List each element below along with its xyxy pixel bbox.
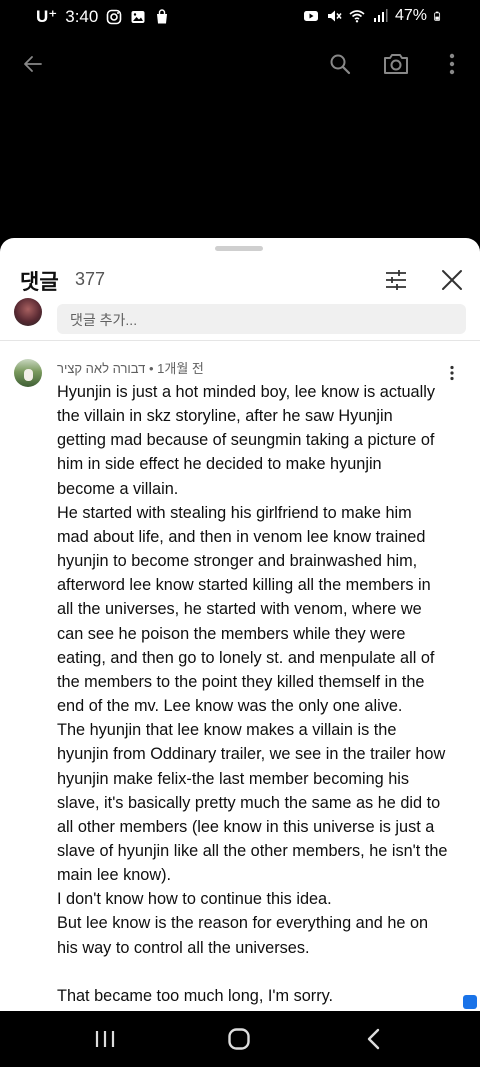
- close-icon: [442, 270, 462, 290]
- comment-age: 1개월 전: [157, 361, 204, 376]
- nav-back-icon: [367, 1028, 380, 1050]
- comment-line: eating, and then go to lonely st. and me…: [57, 648, 435, 667]
- home-icon: [228, 1028, 250, 1050]
- comment-line: all the universes, he started with venom…: [57, 600, 422, 619]
- more-vert-icon: [450, 365, 454, 381]
- comment-line: the members to the point they killed the…: [57, 672, 425, 691]
- comment-line: But lee know is the reason for everythin…: [57, 914, 429, 933]
- comment-line: mad about life, and then in venom lee kn…: [57, 527, 426, 546]
- clock: 3:40: [65, 7, 99, 26]
- comment-line: him in side effect he decided to make hy…: [57, 455, 382, 474]
- comment-line: can see he poison the members while they…: [57, 624, 406, 643]
- system-nav-bar: [0, 1011, 480, 1067]
- commenter-avatar[interactable]: [14, 359, 42, 387]
- user-avatar: [14, 298, 42, 326]
- drag-handle[interactable]: [215, 246, 263, 251]
- mute-icon: [327, 10, 342, 22]
- comment-line: his way to control all the universes.: [57, 938, 310, 957]
- comment-line: That became too much long, I'm sorry.: [57, 986, 334, 1005]
- instagram-icon: [107, 9, 122, 25]
- sheet-header: 댓글 377: [0, 262, 480, 298]
- comment-line: I don't know how to continue this idea.: [57, 890, 332, 909]
- nav-back-button[interactable]: [354, 1023, 394, 1055]
- comment-line: hyunjin make felix-the last member becom…: [57, 769, 410, 788]
- more-options-button[interactable]: [434, 46, 470, 82]
- gallery-icon: [131, 11, 145, 23]
- comment-meta: דבורה לאה קציר • 1개월 전: [57, 358, 204, 377]
- comment-line: Hyunjin is just a hot minded boy, lee kn…: [57, 383, 435, 401]
- arrow-left-icon: [24, 56, 42, 72]
- comment-count: 377: [75, 269, 106, 289]
- sheet-title: 댓글: [20, 271, 59, 294]
- add-comment-input[interactable]: 댓글 추가...: [57, 304, 466, 334]
- home-button[interactable]: [219, 1023, 259, 1055]
- comment-line: [57, 960, 457, 984]
- comment-line: all other members (lee know in this univ…: [57, 817, 435, 836]
- wifi-icon: [349, 10, 365, 23]
- search-button[interactable]: [322, 46, 358, 82]
- status-bar: U⁺ 3:40 47%: [0, 0, 480, 36]
- comment-line: getting mad because of seungmin taking a…: [57, 431, 435, 450]
- comment-line: slave, it's basically pretty much the sa…: [57, 793, 441, 812]
- comment-line: the villain in skz storyline, after he s…: [57, 407, 393, 426]
- comment-line: hyunjin to become stronger and brainwash…: [57, 552, 418, 571]
- top-app-bar: [0, 38, 480, 88]
- comment-line: slave of hyunjin like all the other memb…: [57, 841, 448, 860]
- comment-text: Hyunjin is just a hot minded boy, lee kn…: [57, 380, 457, 1008]
- comment-line: He started with stealing his girlfriend …: [57, 503, 412, 522]
- youtube-notification-icon: [303, 11, 318, 21]
- comment-author[interactable]: דבורה לאה קציר: [57, 361, 145, 376]
- sort-filter-button[interactable]: [380, 264, 412, 296]
- close-button[interactable]: [436, 264, 468, 296]
- camera-icon: [384, 54, 408, 74]
- comment-line: main lee know).: [57, 866, 172, 885]
- comment-line: hyunjin from Oddinary trailer, we see in…: [57, 745, 446, 764]
- camera-button[interactable]: [378, 46, 414, 82]
- meta-separator: •: [148, 361, 154, 376]
- carrier-label: U⁺: [36, 7, 58, 26]
- add-comment-row: 댓글 추가...: [0, 298, 480, 341]
- battery-icon: [434, 11, 441, 21]
- floating-indicator-icon: [463, 995, 477, 1009]
- back-button[interactable]: [15, 46, 51, 82]
- comment-line: become a villain.: [57, 479, 179, 498]
- search-icon: [330, 54, 351, 75]
- status-bar-left: U⁺ 3:40: [36, 7, 170, 27]
- tune-icon: [386, 270, 406, 290]
- battery-percent: 47%: [394, 7, 427, 24]
- shopping-bag-icon: [157, 9, 168, 24]
- comment-line: end of the mv. Lee know was the only one…: [57, 697, 403, 716]
- more-vert-icon: [449, 53, 455, 75]
- status-bar-right: 47%: [303, 7, 444, 25]
- comment-line: afterword lee know started killing all t…: [57, 576, 431, 595]
- recents-button[interactable]: [85, 1023, 125, 1055]
- comment-line: The hyunjin that lee know makes a villai…: [57, 721, 397, 740]
- signal-icon: [373, 9, 388, 22]
- recents-icon: [95, 1031, 115, 1047]
- comments-sheet: 댓글 377 댓글 추가... דבורה לאה קציר • 1개월 전 H…: [0, 238, 480, 1011]
